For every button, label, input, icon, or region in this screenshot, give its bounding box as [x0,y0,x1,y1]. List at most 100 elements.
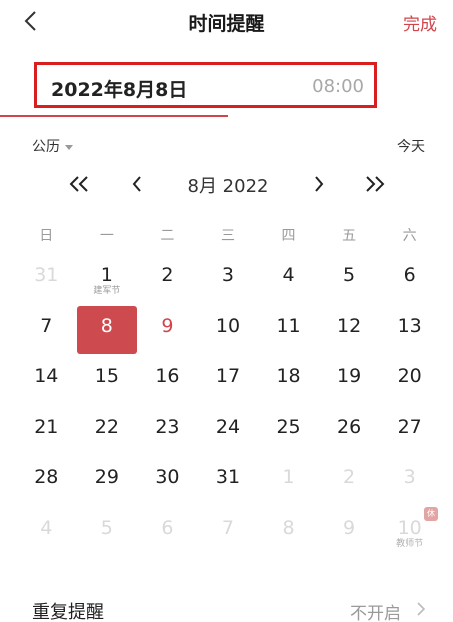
calendar-day[interactable]: 15 [77,351,138,402]
calendar-day[interactable]: 5 [77,503,138,554]
calendar-day[interactable]: 4 [16,503,77,554]
chevron-left-icon [132,176,141,192]
day-number: 4 [40,516,53,539]
date-tab-underline [0,115,228,117]
day-number: 15 [94,365,119,387]
next-month-button[interactable] [304,170,334,198]
day-number: 9 [343,516,356,539]
calendar-day[interactable]: 17 [198,351,259,402]
day-number: 14 [34,365,59,387]
day-number: 27 [397,415,422,438]
calendar-week-row: 7 8 9 10 11 12 13 [16,301,440,353]
day-number: 30 [155,466,180,488]
day-number: 1 [282,466,295,488]
day-number: 19 [337,365,362,387]
calendar-day[interactable]: 22 [77,402,138,453]
holiday-label: 建军节 [93,286,121,296]
day-number: 8 [100,314,113,337]
weekday-label: 六 [402,228,417,244]
calendar-type-dropdown[interactable]: 公历 [32,136,73,156]
calendar-days: 31 1 建军节 2 3 4 5 6 7 8 9 10 11 12 13 14 15 16 17 18 19 20 21 22… [16,250,440,553]
calendar-day[interactable]: 6 [137,503,198,554]
day-number: 1 [100,264,113,286]
day-number: 2 [161,264,174,286]
day-number: 16 [155,365,180,387]
day-number: 29 [94,466,119,488]
calendar-day[interactable]: 31 [16,250,77,301]
day-number: 13 [397,314,422,337]
today-button[interactable]: 今天 [397,136,425,156]
day-number: 9 [161,314,174,337]
calendar-day[interactable]: 2 [319,452,380,503]
calendar-day[interactable]: 18 [258,351,319,402]
calendar-day[interactable]: 4 [258,250,319,301]
calendar-day[interactable]: 13 [379,301,440,352]
chevron-right-icon [413,598,429,620]
day-number: 31 [34,264,59,286]
calendar-day[interactable]: 24 [198,402,259,453]
calendar-day[interactable]: 27 [379,402,440,453]
calendar-day[interactable]: 6 [379,250,440,301]
calendar-week-row: 28 29 30 31 1 2 3 [16,452,440,503]
day-number: 28 [34,466,59,488]
day-number: 8 [282,516,295,539]
selected-datetime-field[interactable]: 2022年8月8日 08:00 [34,62,377,108]
caret-down-icon [65,144,73,150]
day-number: 10 [215,314,241,337]
calendar-day[interactable]: 21 [16,402,77,453]
calendar-day[interactable]: 8 [258,503,319,554]
calendar-day[interactable]: 14 [16,351,77,402]
calendar-day[interactable]: 7 [16,301,77,352]
calendar-day[interactable]: 7 [198,503,259,554]
day-number: 2 [343,466,356,488]
calendar-day[interactable]: 11 [258,301,319,352]
day-number: 24 [215,415,241,438]
calendar-day[interactable]: 23 [137,402,198,453]
done-button[interactable]: 完成 [403,10,437,35]
calendar-day[interactable]: 30 [137,452,198,503]
repeat-reminder-label: 重复提醒 [32,602,104,622]
day-number: 18 [276,365,301,387]
day-number: 25 [276,415,301,438]
calendar-day[interactable]: 5 [319,250,380,301]
calendar-day[interactable]: 28 [16,452,77,503]
calendar-week-row: 31 1 建军节 2 3 4 5 6 [16,250,440,301]
calendar-day[interactable]: 12 [319,301,380,352]
day-number: 7 [40,314,53,337]
calendar-day[interactable]: 3 [198,250,259,301]
calendar-day[interactable]: 26 [319,402,380,453]
calendar-day[interactable]: 20 [379,351,440,402]
calendar-day-today[interactable]: 9 [137,301,198,352]
chevron-left-icon [24,11,36,31]
calendar-day[interactable]: 1 建军节 [77,250,138,301]
day-number: 7 [221,516,235,539]
day-number: 20 [397,365,422,387]
calendar-day[interactable]: 10 教师节 休 [379,503,440,554]
chevron-right-icon [315,176,324,192]
back-button[interactable] [18,8,42,34]
next-year-button[interactable] [360,170,390,198]
calendar-day[interactable]: 25 [258,402,319,453]
calendar-day[interactable]: 3 [379,452,440,503]
weekday-label: 三 [220,228,235,244]
calendar-day[interactable]: 19 [319,351,380,402]
calendar-day[interactable]: 31 [198,452,259,503]
calendar-day[interactable]: 2 [137,250,198,301]
holiday-label: 教师节 [396,538,424,549]
prev-year-button[interactable] [64,170,94,198]
repeat-reminder-row[interactable]: 重复提醒 不开启 [0,588,453,622]
weekday-label: 二 [160,228,175,244]
double-chevron-left-icon [69,176,88,192]
calendar-day[interactable]: 9 [319,503,380,554]
repeat-reminder-value: 不开启 [350,604,401,622]
calendar-day[interactable]: 29 [77,452,138,503]
calendar-day[interactable]: 1 [258,452,319,503]
selected-time-text[interactable]: 08:00 [312,76,364,97]
calendar-week-row: 21 22 23 24 25 26 27 [16,402,440,453]
calendar-type-label: 公历 [32,139,60,155]
day-number: 10 [397,516,422,539]
calendar-day-selected[interactable]: 8 [76,301,138,353]
calendar-day[interactable]: 10 [198,301,259,352]
prev-month-button[interactable] [122,170,152,198]
calendar-day[interactable]: 16 [137,351,198,402]
